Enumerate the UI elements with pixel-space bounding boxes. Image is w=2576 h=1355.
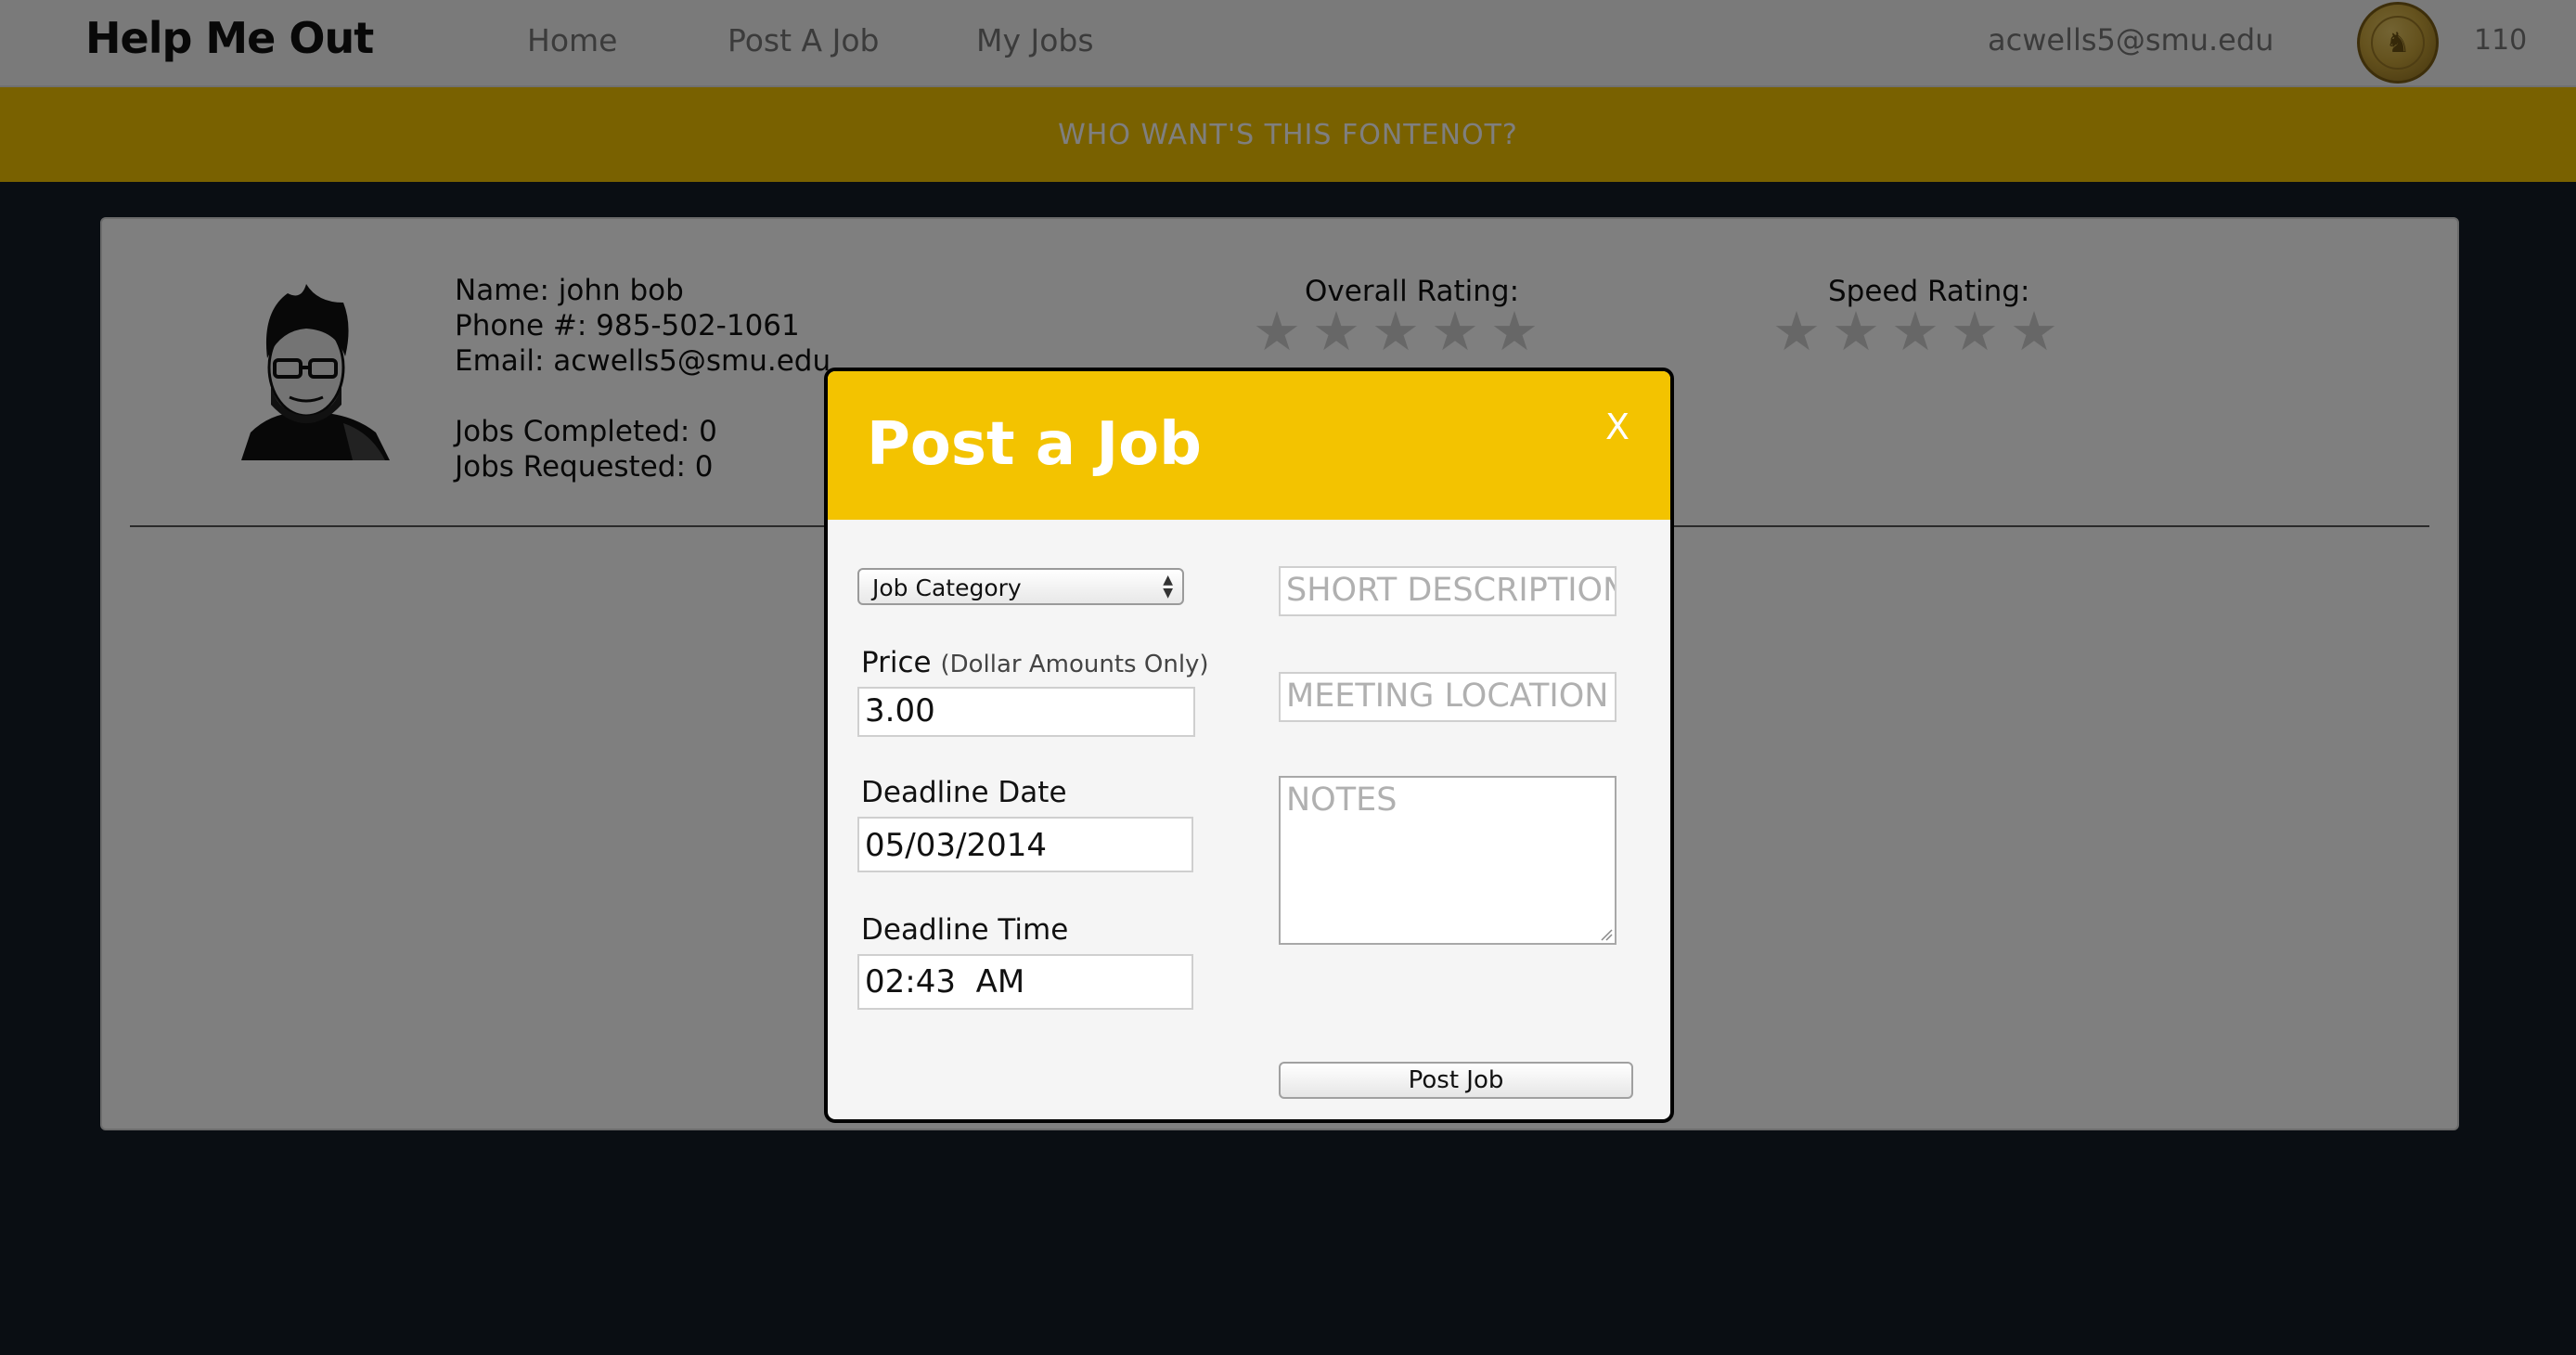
notes-placeholder: NOTES	[1286, 781, 1397, 819]
price-hint: (Dollar Amounts Only)	[940, 651, 1209, 678]
resize-grip-icon[interactable]	[1600, 928, 1613, 941]
price-input[interactable]: 3.00	[857, 687, 1195, 737]
close-button[interactable]: X	[1605, 406, 1629, 447]
job-category-select[interactable]: Job Category ▲ ▼	[857, 568, 1184, 605]
short-description-input[interactable]: SHORT DESCRIPTION	[1279, 566, 1616, 616]
price-label-text: Price	[861, 646, 932, 679]
deadline-time-label: Deadline Time	[861, 913, 1069, 947]
deadline-date-input[interactable]: 05/03/2014	[857, 817, 1193, 872]
post-job-modal: Post a Job X Job Category ▲ ▼ Price (Doll…	[824, 368, 1674, 1123]
modal-title: Post a Job	[867, 410, 1202, 479]
job-category-value: Job Category	[872, 574, 1022, 601]
meeting-location-input[interactable]: MEETING LOCATION	[1279, 672, 1616, 722]
notes-textarea[interactable]: NOTES	[1279, 776, 1616, 945]
price-label: Price (Dollar Amounts Only)	[861, 646, 1209, 679]
deadline-date-label: Deadline Date	[861, 776, 1067, 809]
deadline-time-input[interactable]: 02:43 AM	[857, 954, 1193, 1010]
modal-header: Post a Job X	[828, 371, 1670, 520]
post-job-button[interactable]: Post Job	[1279, 1062, 1633, 1099]
select-arrows-icon: ▲ ▼	[1163, 573, 1173, 600]
